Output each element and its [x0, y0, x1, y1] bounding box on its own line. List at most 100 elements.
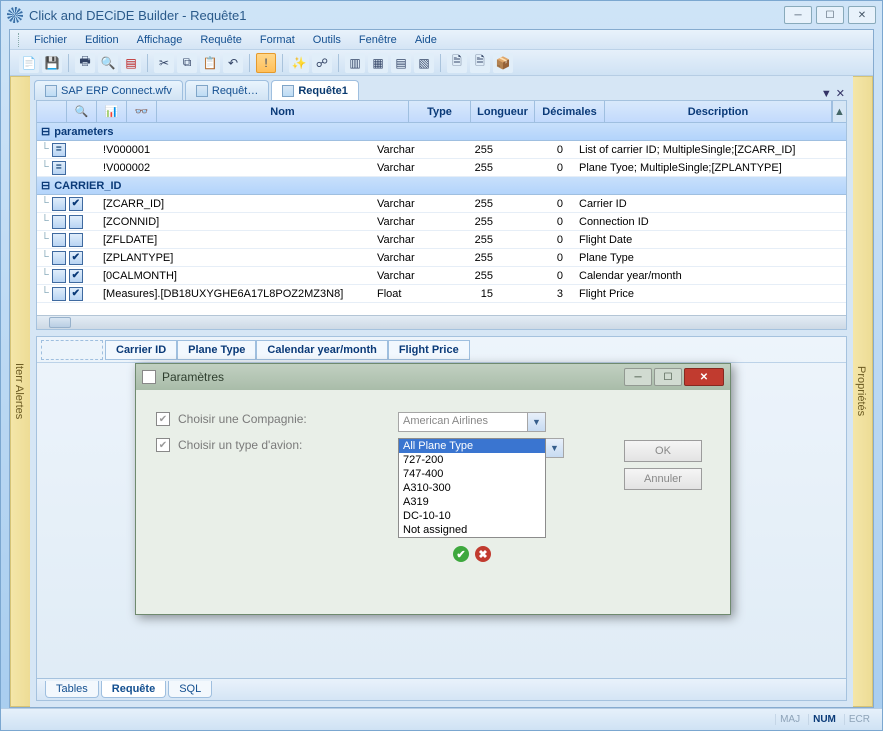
col-longueur[interactable]: Longueur: [471, 101, 535, 122]
menu-fenetre[interactable]: Fenêtre: [351, 32, 405, 48]
glasses-icon[interactable]: 👓: [127, 101, 157, 122]
col-description[interactable]: Description: [605, 101, 832, 122]
row-checkbox[interactable]: [52, 269, 66, 283]
grid-row[interactable]: └[Measures].[DB18UXYGHE6A17L8POZ2MZ3N8]F…: [37, 285, 846, 303]
pivot-plane-type[interactable]: Plane Type: [177, 340, 256, 360]
menu-edition[interactable]: Edition: [77, 32, 127, 48]
menu-format[interactable]: Format: [252, 32, 303, 48]
row-checkbox[interactable]: [69, 197, 83, 211]
grid-row[interactable]: └[ZPLANTYPE]Varchar2550Plane Type: [37, 249, 846, 267]
copy-icon[interactable]: ⧉: [177, 53, 197, 73]
close-button[interactable]: ✕: [848, 6, 876, 24]
list-option[interactable]: Not assigned: [399, 523, 545, 537]
link-icon[interactable]: ☍: [312, 53, 332, 73]
pivot-flight-price[interactable]: Flight Price: [388, 340, 470, 360]
filetab-requete-short[interactable]: Requêt…: [185, 80, 269, 100]
pivot-dropzone[interactable]: [41, 340, 103, 360]
grid-row[interactable]: └[ZFLDATE]Varchar2550Flight Date: [37, 231, 846, 249]
row-checkbox[interactable]: [69, 287, 83, 301]
menu-fichier[interactable]: Fichier: [26, 32, 75, 48]
panel1-icon[interactable]: ▥: [345, 53, 365, 73]
row-checkbox[interactable]: [52, 251, 66, 265]
confirm-ok-icon[interactable]: ✔: [453, 546, 469, 562]
col-decimales[interactable]: Décimales: [535, 101, 605, 122]
chevron-down-icon[interactable]: ▼: [527, 413, 545, 431]
col-type[interactable]: Type: [409, 101, 471, 122]
pdf-icon[interactable]: ▤: [121, 53, 141, 73]
company-combo[interactable]: American Airlines ▼: [398, 412, 546, 432]
dialog-titlebar[interactable]: Paramètres ─ ☐ ✕: [136, 364, 730, 390]
pivot-carrier-id[interactable]: Carrier ID: [105, 340, 177, 360]
tabs-dropdown-icon[interactable]: ▼: [821, 88, 832, 100]
run-icon[interactable]: !: [256, 53, 276, 73]
new-icon[interactable]: 📄: [19, 53, 39, 73]
grid-section[interactable]: ⊟ CARRIER_ID: [37, 177, 846, 195]
filetab-requete1[interactable]: Requête1: [271, 80, 359, 100]
list-option[interactable]: 727-200: [399, 453, 545, 467]
preview-icon[interactable]: 🔍: [98, 53, 118, 73]
menu-aide[interactable]: Aide: [407, 32, 445, 48]
wizard-icon[interactable]: ✨: [289, 53, 309, 73]
search-icon[interactable]: 🔍: [67, 101, 97, 122]
collapse-icon[interactable]: ⊟: [41, 125, 50, 138]
doc1-icon[interactable]: 🗎: [447, 53, 467, 73]
horizontal-scrollbar[interactable]: [37, 315, 846, 329]
company-checkbox[interactable]: [156, 412, 170, 426]
list-option[interactable]: All Plane Type: [399, 439, 545, 453]
cancel-button[interactable]: Annuler: [624, 468, 702, 490]
maximize-button[interactable]: ☐: [816, 6, 844, 24]
list-option[interactable]: A310-300: [399, 481, 545, 495]
undo-icon[interactable]: ↶: [223, 53, 243, 73]
filetab-sap[interactable]: SAP ERP Connect.wfv: [34, 80, 183, 100]
chart-icon[interactable]: 📊: [97, 101, 127, 122]
row-checkbox[interactable]: [52, 143, 66, 157]
menu-requete[interactable]: Requête: [192, 32, 250, 48]
left-panel-tab[interactable]: Iterr Alertes: [10, 76, 30, 707]
tabs-close-icon[interactable]: ✕: [836, 87, 845, 100]
panel4-icon[interactable]: ▧: [414, 53, 434, 73]
grid-row[interactable]: └[0CALMONTH]Varchar2550Calendar year/mon…: [37, 267, 846, 285]
col-nom[interactable]: Nom: [157, 101, 409, 122]
dialog-minimize-button[interactable]: ─: [624, 368, 652, 386]
grid-row[interactable]: └!V000002Varchar2550Plane Tyoe; Multiple…: [37, 159, 846, 177]
right-panel-tab[interactable]: Propriétés: [853, 76, 873, 707]
row-checkbox[interactable]: [52, 161, 66, 175]
grid-row[interactable]: └[ZCARR_ID]Varchar2550Carrier ID: [37, 195, 846, 213]
box-icon[interactable]: 📦: [493, 53, 513, 73]
paste-icon[interactable]: 📋: [200, 53, 220, 73]
grid-row[interactable]: └[ZCONNID]Varchar2550Connection ID: [37, 213, 846, 231]
collapse-icon[interactable]: ⊟: [41, 179, 50, 192]
ok-button[interactable]: OK: [624, 440, 702, 462]
row-checkbox[interactable]: [69, 269, 83, 283]
tab-requete[interactable]: Requête: [101, 681, 166, 698]
list-option[interactable]: 747-400: [399, 467, 545, 481]
planetype-checkbox[interactable]: [156, 438, 170, 452]
row-checkbox[interactable]: [69, 251, 83, 265]
panel3-icon[interactable]: ▤: [391, 53, 411, 73]
panel2-icon[interactable]: ▦: [368, 53, 388, 73]
list-option[interactable]: DC-10-10: [399, 509, 545, 523]
row-checkbox[interactable]: [52, 233, 66, 247]
row-checkbox[interactable]: [52, 287, 66, 301]
dialog-maximize-button[interactable]: ☐: [654, 368, 682, 386]
minimize-button[interactable]: ─: [784, 6, 812, 24]
row-checkbox[interactable]: [52, 215, 66, 229]
chevron-down-icon[interactable]: ▼: [546, 438, 564, 458]
confirm-cancel-icon[interactable]: ✖: [475, 546, 491, 562]
grid-row[interactable]: └!V000001Varchar2550List of carrier ID; …: [37, 141, 846, 159]
print-icon[interactable]: 🖶: [75, 53, 95, 73]
doc2-icon[interactable]: 🗎: [470, 53, 490, 73]
row-checkbox[interactable]: [69, 233, 83, 247]
menu-affichage[interactable]: Affichage: [129, 32, 191, 48]
cut-icon[interactable]: ✂: [154, 53, 174, 73]
planetype-listbox[interactable]: All Plane Type727-200747-400A310-300A319…: [398, 438, 546, 538]
tab-sql[interactable]: SQL: [168, 681, 212, 698]
menu-outils[interactable]: Outils: [305, 32, 349, 48]
save-icon[interactable]: 💾: [42, 53, 62, 73]
list-option[interactable]: A319: [399, 495, 545, 509]
row-checkbox[interactable]: [52, 197, 66, 211]
grid-section[interactable]: ⊟ parameters: [37, 123, 846, 141]
scroll-up-icon[interactable]: ▲: [832, 101, 846, 122]
row-checkbox[interactable]: [69, 215, 83, 229]
dialog-close-button[interactable]: ✕: [684, 368, 724, 386]
